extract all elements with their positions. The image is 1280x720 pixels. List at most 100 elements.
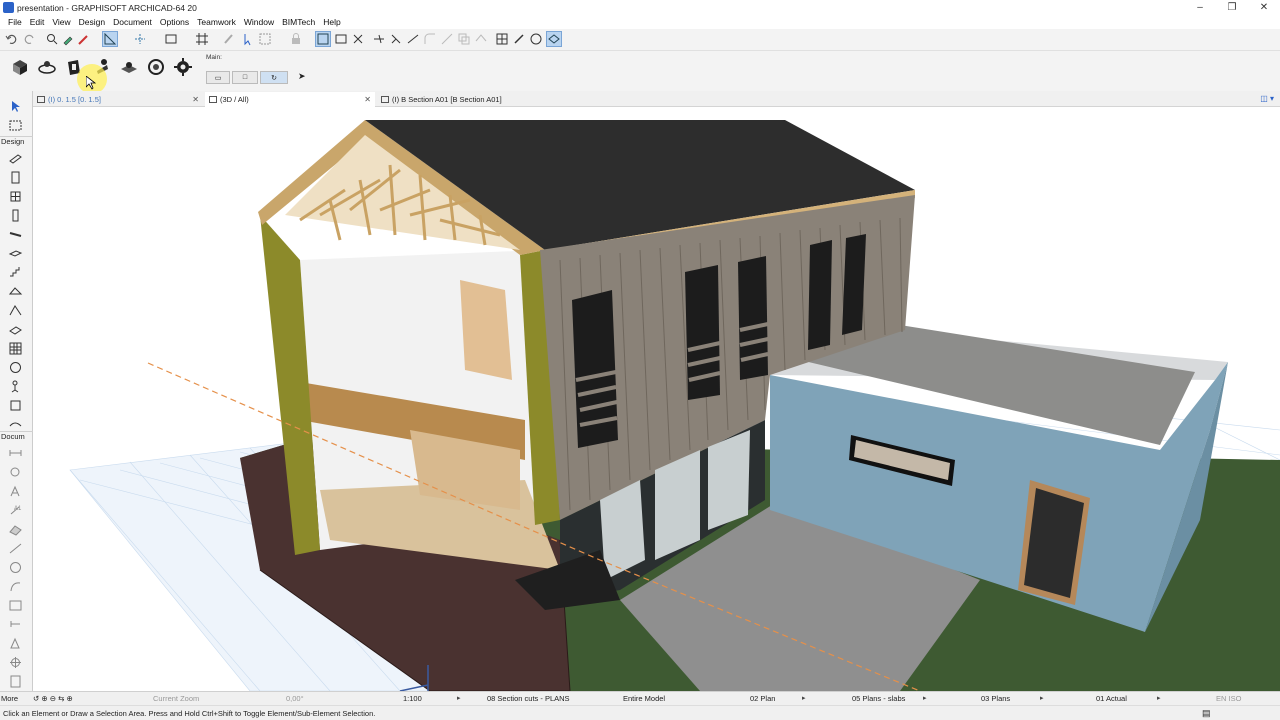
renovation-filter-field[interactable]: 01 Actual	[1096, 694, 1127, 703]
selection-method-icon[interactable]: □	[232, 71, 258, 84]
tab-menu-icon[interactable]: ◫ ▾	[1260, 94, 1274, 103]
restore-icon[interactable]: ❐	[1216, 0, 1248, 15]
label-tool-icon[interactable]: A1	[8, 503, 23, 518]
morph-tool-icon[interactable]	[8, 360, 23, 375]
menu-help[interactable]: Help	[319, 17, 344, 27]
angle-field[interactable]: 0,00°	[286, 694, 304, 703]
explore-icon[interactable]	[118, 56, 140, 78]
offset-icon[interactable]	[440, 32, 454, 46]
dimension-style-field[interactable]: 03 Plans	[981, 694, 1010, 703]
zone-tool-icon[interactable]	[8, 398, 23, 413]
minimize-icon[interactable]: –	[1184, 0, 1216, 15]
dimension-standard-field[interactable]: EN ISO	[1216, 694, 1241, 703]
chevron-right-icon[interactable]: ▸	[802, 694, 806, 702]
text-tool-icon[interactable]	[8, 484, 23, 499]
skylight-tool-icon[interactable]	[8, 322, 23, 337]
menu-options[interactable]: Options	[156, 17, 193, 27]
undo-icon[interactable]	[5, 32, 19, 46]
polyline-tool-icon[interactable]	[8, 579, 23, 594]
3d-window-icon[interactable]	[9, 56, 31, 78]
menu-window[interactable]: Window	[240, 17, 278, 27]
beam-tool-icon[interactable]	[8, 227, 23, 242]
roof-icon[interactable]	[474, 32, 488, 46]
document-section-label[interactable]: Docum	[0, 431, 33, 442]
stair-tool-icon[interactable]	[8, 265, 23, 280]
chevron-right-icon[interactable]: ▸	[1157, 694, 1161, 702]
tab-section[interactable]: (I) B Section A01 [B Section A01]	[377, 92, 627, 107]
settings-3d-icon[interactable]	[172, 56, 194, 78]
menu-file[interactable]: File	[4, 17, 26, 27]
worksheet-tool-icon[interactable]	[8, 674, 23, 689]
column-tool-icon[interactable]	[8, 208, 23, 223]
pen-set-field[interactable]: 02 Plan	[750, 694, 775, 703]
rotate-method-icon[interactable]: ↻	[260, 71, 288, 84]
layout-icon[interactable]	[315, 31, 331, 47]
marquee-icon[interactable]	[258, 32, 272, 46]
marquee-tool-icon[interactable]	[8, 118, 23, 133]
level-dimension-tool-icon[interactable]	[8, 465, 23, 480]
trim-icon[interactable]	[372, 32, 386, 46]
shell-tool-icon[interactable]	[8, 303, 23, 318]
pen-edit-icon[interactable]	[512, 32, 526, 46]
detail-tool-icon[interactable]	[8, 655, 23, 670]
dashboard-icon[interactable]	[529, 32, 543, 46]
orbit-icon[interactable]	[36, 56, 58, 78]
cross-icon[interactable]	[351, 32, 365, 46]
mesh-tool-icon[interactable]	[8, 417, 23, 432]
dimension-tool-icon[interactable]	[8, 446, 23, 461]
arrow-tool-icon[interactable]: ➤	[298, 71, 306, 82]
tab-floor-plan[interactable]: (I) 0. 1.5 [0. 1.5] ✕	[33, 92, 203, 107]
close-tab-icon[interactable]: ✕	[192, 95, 199, 104]
zoom-3d-icon[interactable]	[145, 56, 167, 78]
pencil-icon[interactable]	[222, 32, 236, 46]
curtain-wall-tool-icon[interactable]	[8, 341, 23, 356]
arrow-select-icon[interactable]	[8, 99, 23, 114]
section-tool-icon[interactable]	[8, 617, 23, 632]
cursor-snap-icon[interactable]	[240, 32, 254, 46]
door-tool-icon[interactable]	[8, 170, 23, 185]
zoom-controls-icon[interactable]: ↺ ⊕ ⊖ ⇆ ⊕	[33, 694, 73, 703]
fill-tool-icon[interactable]	[8, 522, 23, 537]
chevron-right-icon[interactable]: ▸	[923, 694, 927, 702]
close-tab-icon[interactable]: ✕	[364, 95, 371, 104]
roof-tool-icon[interactable]	[8, 284, 23, 299]
wall-tool-icon[interactable]	[8, 151, 23, 166]
3d-navigation-icon[interactable]	[546, 31, 562, 47]
slab-tool-icon[interactable]	[8, 246, 23, 261]
chevron-right-icon[interactable]: ▸	[1040, 694, 1044, 702]
grid-view-icon[interactable]	[495, 32, 509, 46]
menu-edit[interactable]: Edit	[26, 17, 49, 27]
chevron-right-icon[interactable]: ▸	[457, 694, 461, 702]
3d-viewport[interactable]	[33, 107, 1280, 691]
geometry-method-icon[interactable]: ▭	[206, 71, 230, 84]
line-tool-icon[interactable]	[8, 541, 23, 556]
model-view-field[interactable]: Entire Model	[623, 694, 665, 703]
snap-guides-icon[interactable]	[102, 31, 118, 47]
grid-snap-icon[interactable]	[195, 32, 209, 46]
model-view-options-field[interactable]: 05 Plans - slabs	[852, 694, 905, 703]
design-section-label[interactable]: Design	[0, 136, 33, 147]
intersect-icon[interactable]	[457, 32, 471, 46]
scale-field[interactable]: 1:100	[403, 694, 422, 703]
layer-combination-field[interactable]: 08 Section cuts - PLANS	[487, 694, 570, 703]
elevation-tool-icon[interactable]	[8, 636, 23, 651]
menu-bimtech[interactable]: BIMTech	[278, 17, 319, 27]
zoom-field[interactable]: Current Zoom	[153, 694, 199, 703]
find-select-icon[interactable]	[45, 32, 59, 46]
gravity-icon[interactable]	[164, 32, 178, 46]
drawing-tool-icon[interactable]	[8, 598, 23, 613]
arc-tool-icon[interactable]	[8, 560, 23, 575]
eyedropper-icon[interactable]	[61, 32, 75, 46]
redo-icon[interactable]	[22, 32, 36, 46]
menu-teamwork[interactable]: Teamwork	[193, 17, 240, 27]
lock-icon[interactable]	[289, 32, 303, 46]
adjust-icon[interactable]	[406, 32, 420, 46]
guide-lines-icon[interactable]	[133, 32, 147, 46]
more-button[interactable]: More	[1, 694, 18, 703]
layout-toggle-icon[interactable]: ▤	[1202, 708, 1211, 719]
menu-document[interactable]: Document	[109, 17, 156, 27]
split-icon[interactable]	[389, 32, 403, 46]
menu-view[interactable]: View	[48, 17, 74, 27]
menu-design[interactable]: Design	[75, 17, 109, 27]
fillet-icon[interactable]	[423, 32, 437, 46]
